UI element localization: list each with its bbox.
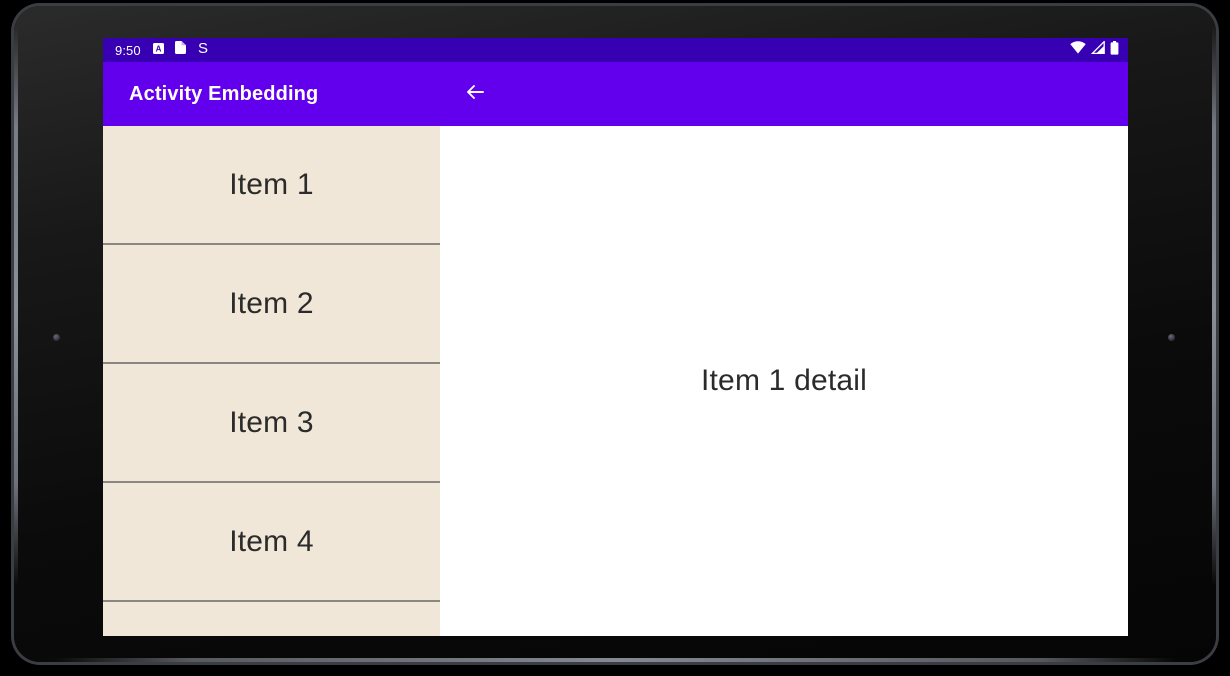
frame-edge-highlight-bottom [54, 658, 1176, 662]
status-bar-notification-icons: A S [152, 40, 209, 60]
wifi-icon [1070, 41, 1086, 59]
status-bar-system-icons [1070, 40, 1119, 60]
cellular-signal-icon [1090, 40, 1105, 59]
list-item-label: Item 3 [229, 405, 314, 439]
list-item[interactable]: Item 4 [103, 483, 440, 602]
battery-icon [1110, 40, 1119, 60]
sync-notification-icon: S [197, 40, 209, 60]
frame-edge-highlight-right [1212, 26, 1216, 586]
svg-text:S: S [198, 41, 208, 55]
frame-edge-highlight-left [14, 26, 18, 586]
back-button[interactable] [455, 74, 495, 114]
status-bar-clock: 9:50 [115, 42, 141, 58]
list-item-label: Item 2 [229, 286, 314, 320]
front-camera-sensor-icon [53, 334, 60, 341]
ambient-light-sensor-icon [1168, 334, 1175, 341]
list-item[interactable]: Item 2 [103, 245, 440, 364]
app-bar: Activity Embedding [103, 62, 1128, 126]
list-item-label: Item 1 [229, 167, 314, 201]
app-notification-a-icon: A [152, 41, 164, 59]
svg-text:A: A [155, 44, 161, 53]
split-content-area: Item 1 Item 2 Item 3 Item 4 Item 1 detai… [103, 126, 1128, 636]
arrow-left-icon [463, 80, 487, 109]
list-item[interactable]: Item 3 [103, 364, 440, 483]
list-item-label: Item 4 [229, 524, 314, 558]
detail-pane: Item 1 detail [440, 126, 1128, 636]
status-bar: 9:50 A S [103, 38, 1128, 62]
list-pane: Item 1 Item 2 Item 3 Item 4 [103, 126, 440, 636]
notes-notification-icon [174, 41, 186, 59]
device-screen: 9:50 A S Activity Embedding Item 1 Item … [103, 38, 1128, 636]
list-item[interactable]: Item 1 [103, 126, 440, 245]
detail-text: Item 1 detail [700, 364, 868, 397]
page-title: Activity Embedding [129, 82, 319, 105]
